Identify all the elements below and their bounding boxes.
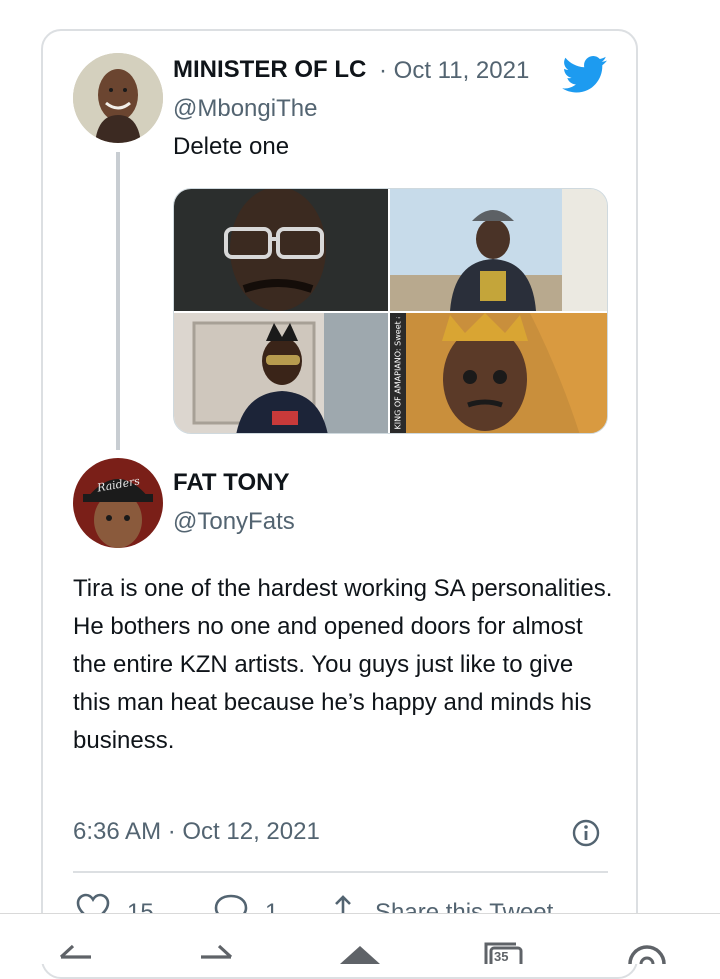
photo-bottom-left[interactable] <box>174 313 388 433</box>
tabs-button[interactable]: 35 <box>468 914 538 964</box>
quoted-tweet-text: Delete one <box>173 133 290 160</box>
photo-top-left[interactable] <box>174 189 388 311</box>
twitter-bird-icon[interactable] <box>562 56 608 94</box>
quoted-tweet-date[interactable]: · Oct 11, 2021 <box>379 57 529 85</box>
tweet-photo-grid[interactable]: KING OF AMAPIANO: Sweet and Dust <box>173 188 608 434</box>
avatar-tonyfats[interactable]: Raiders <box>73 458 163 548</box>
main-tweet-text: Tira is one of the hardest working SA pe… <box>73 575 613 754</box>
home-button[interactable] <box>325 914 395 964</box>
photo-top-right[interactable] <box>390 189 607 311</box>
photo-bottom-right[interactable]: KING OF AMAPIANO: Sweet and Dust <box>390 313 607 433</box>
quoted-author-handle[interactable]: @MbongiThe <box>173 95 317 123</box>
home-icon <box>338 914 382 969</box>
tab-count: 35 <box>494 949 509 964</box>
search-icon <box>625 914 669 979</box>
avatar-photo <box>73 458 163 548</box>
main-author-name[interactable]: FAT TONY <box>173 469 289 497</box>
main-author-handle[interactable]: @TonyFats <box>173 508 295 536</box>
search-button[interactable] <box>612 914 682 979</box>
forward-arrow-icon <box>197 914 237 969</box>
back-button[interactable] <box>40 914 110 964</box>
avatar-photo <box>73 53 163 143</box>
main-tweet-timestamp[interactable]: 6:36 AM · Oct 12, 2021 <box>73 818 320 846</box>
thread-connector-line <box>116 152 120 450</box>
browser-nav-bar: 35 <box>0 913 720 979</box>
tabs-icon: 35 <box>478 914 528 964</box>
photo-watermark-text: KING OF AMAPIANO: Sweet and Dust <box>393 317 403 430</box>
quoted-author-name[interactable]: MINISTER OF LC <box>173 56 375 84</box>
back-arrow-icon <box>55 914 95 969</box>
action-divider <box>73 871 608 873</box>
info-icon[interactable] <box>571 818 601 848</box>
avatar-mbongithe[interactable] <box>73 53 163 143</box>
forward-button[interactable] <box>182 914 252 964</box>
